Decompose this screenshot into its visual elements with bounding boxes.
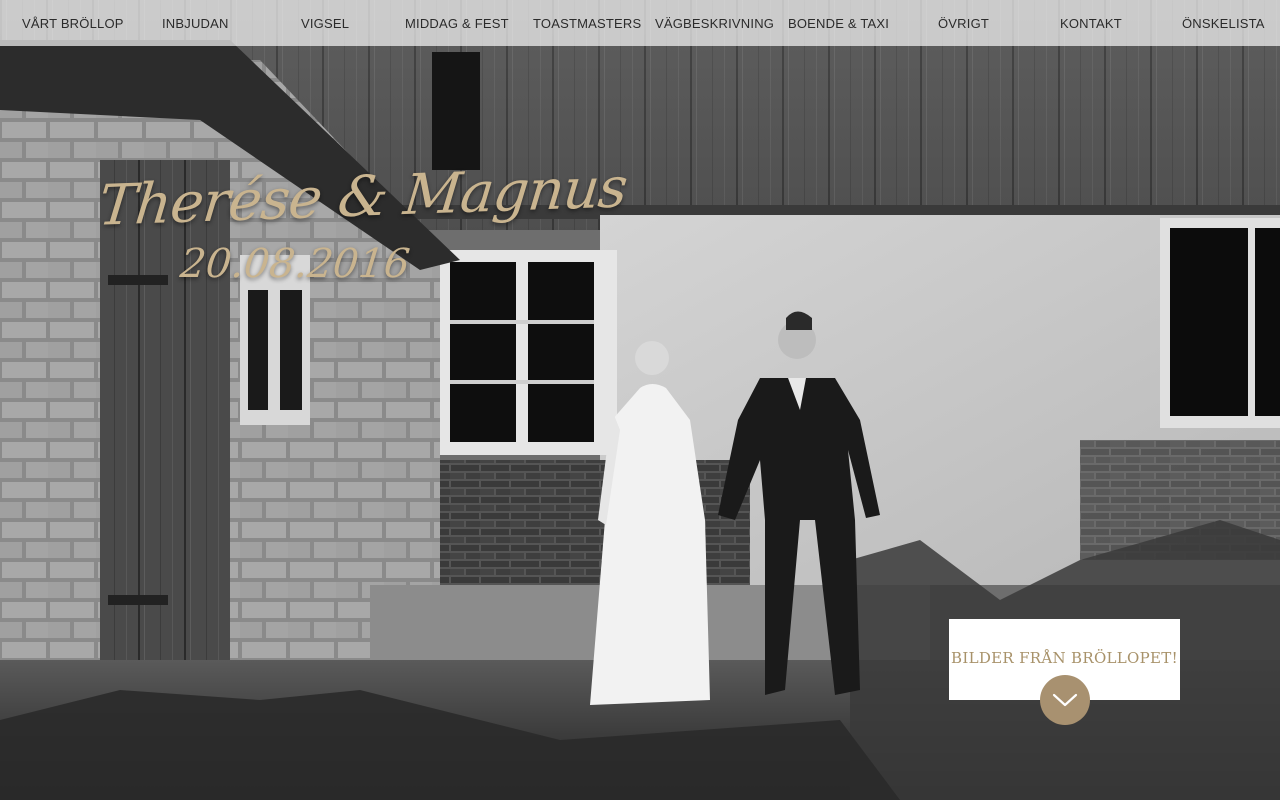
nav-item-vagbeskrivning[interactable]: VÄGBESKRIVNING (655, 0, 774, 46)
wedding-photos-button-label: BILDER FRÅN BRÖLLOPET! (951, 648, 1178, 667)
nav-item-middag-fest[interactable]: MIDDAG & FEST (405, 0, 509, 46)
nav-item-vart-brollop[interactable]: VÅRT BRÖLLOP (22, 0, 124, 46)
nav-item-vigsel[interactable]: VIGSEL (301, 0, 349, 46)
nav-item-kontakt[interactable]: KONTAKT (1060, 0, 1122, 46)
nav-item-toastmasters[interactable]: TOASTMASTERS (533, 0, 641, 46)
hero-title-block: Therése & Magnus 20.08.2016 (96, 155, 630, 287)
main-navigation: VÅRT BRÖLLOP INBJUDAN VIGSEL MIDDAG & FE… (0, 0, 1280, 46)
nav-item-onskelista[interactable]: ÖNSKELISTA (1182, 0, 1265, 46)
wedding-date: 20.08.2016 (178, 241, 412, 287)
nav-item-inbjudan[interactable]: INBJUDAN (162, 0, 229, 46)
chevron-down-icon (1052, 693, 1078, 707)
scroll-down-button[interactable] (1040, 675, 1090, 725)
nav-item-boende-taxi[interactable]: BOENDE & TAXI (788, 0, 889, 46)
nav-item-ovrigt[interactable]: ÖVRIGT (938, 0, 989, 46)
couple-names-title: Therése & Magnus (95, 155, 630, 239)
